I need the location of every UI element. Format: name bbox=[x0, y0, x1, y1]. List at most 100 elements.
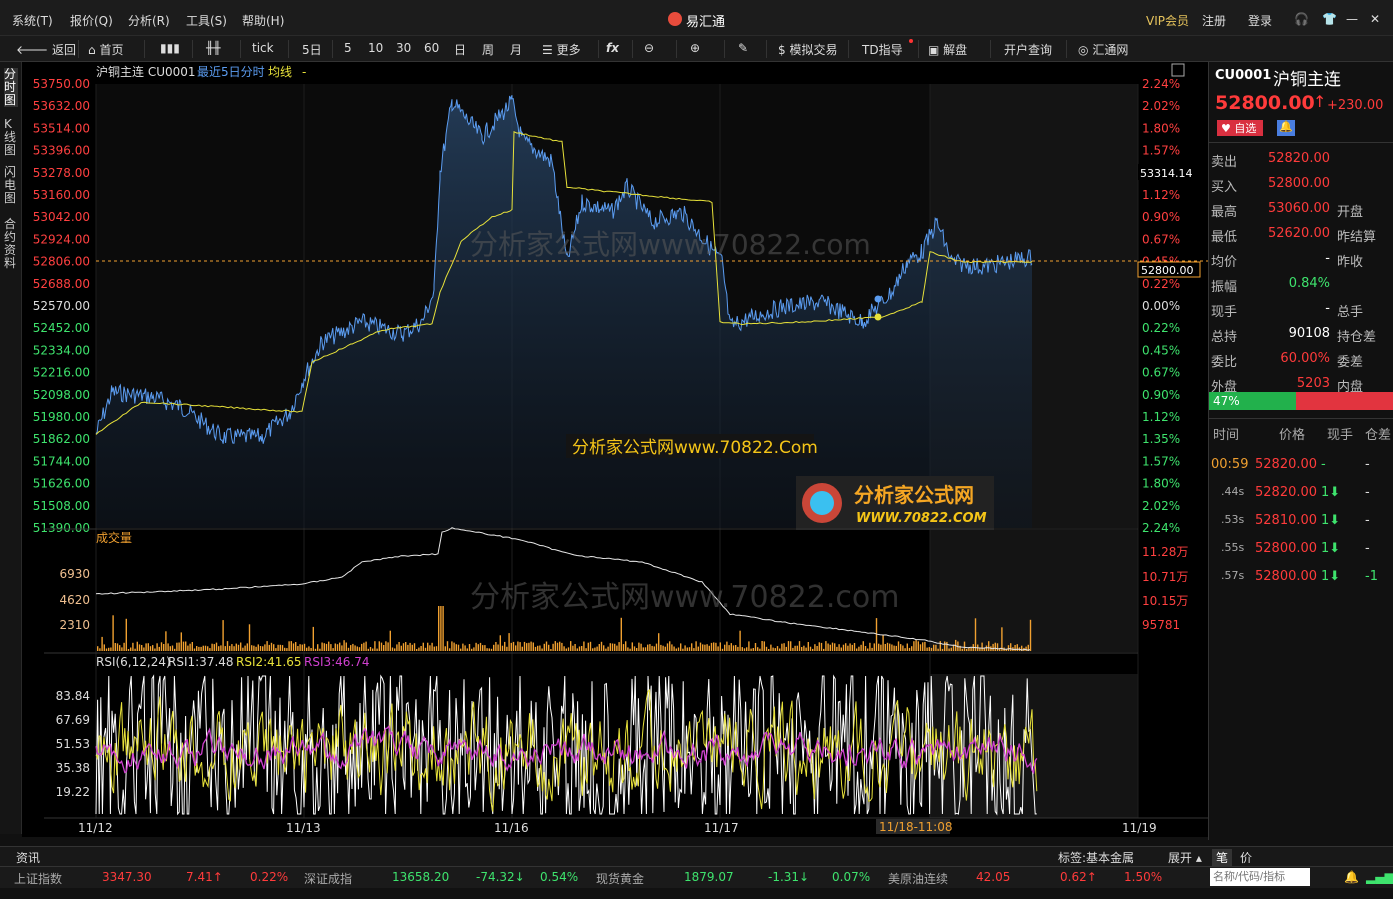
open-account-button[interactable]: 开户查询 bbox=[1004, 41, 1052, 58]
volume-bar bbox=[671, 644, 673, 651]
volume-bar bbox=[666, 643, 669, 651]
jiepan-button[interactable]: ▣ 解盘 bbox=[928, 41, 967, 58]
tab-prices[interactable]: 价 bbox=[1240, 849, 1252, 866]
news-tab[interactable]: 资讯 bbox=[16, 849, 40, 866]
month-button[interactable]: 月 bbox=[510, 41, 522, 58]
volume-bar bbox=[253, 645, 255, 651]
volume-bar bbox=[860, 644, 862, 651]
volume-bar bbox=[895, 645, 897, 651]
volume-bar bbox=[424, 647, 427, 651]
sim-trade-button[interactable]: $ 模拟交易 bbox=[778, 41, 837, 58]
tab-trades[interactable]: 笔 bbox=[1212, 849, 1233, 866]
pct-axis-label: 0.45% bbox=[1142, 343, 1180, 357]
chart-canvas[interactable]: 53750.00 53632.00 53514.00 53396.00 53278.00… bbox=[22, 62, 1208, 845]
tab-timeshare[interactable]: 分时图 bbox=[4, 68, 18, 107]
volume-bar bbox=[719, 642, 721, 651]
volume-bar bbox=[266, 641, 268, 651]
favorite-button[interactable]: ♥ 自选 bbox=[1217, 120, 1263, 136]
volume-bar bbox=[418, 647, 420, 651]
volume-bar bbox=[182, 641, 185, 651]
chart-area[interactable]: 53750.00 53632.00 53514.00 53396.00 53278.00… bbox=[22, 62, 1208, 845]
ticker-name: 上证指数 bbox=[14, 872, 63, 886]
volume-bar bbox=[400, 645, 402, 651]
volume-bar bbox=[413, 643, 416, 651]
expand-icon[interactable] bbox=[1171, 63, 1185, 77]
minimize-icon[interactable]: — bbox=[1346, 12, 1358, 26]
quote-row: 均价 - 昨收 bbox=[1209, 246, 1393, 271]
vip-link[interactable]: VIP会员 bbox=[1146, 12, 1189, 29]
down-arrow-icon: ⬇ bbox=[1329, 569, 1341, 584]
register-link[interactable]: 注册 bbox=[1202, 12, 1226, 29]
volume-bar bbox=[814, 644, 816, 651]
volume-bar bbox=[264, 644, 266, 651]
zoom-in-icon[interactable]: ⊕ bbox=[690, 41, 700, 55]
back-button[interactable]: 🡐 返回 bbox=[16, 41, 76, 58]
zoom-out-icon[interactable]: ⊖ bbox=[644, 41, 654, 55]
td-guide-button[interactable]: TD指导 bbox=[862, 41, 903, 58]
tick-time: .44s bbox=[1221, 485, 1245, 498]
tab-contract-info[interactable]: 合约资料 bbox=[4, 218, 18, 270]
bell-icon[interactable]: 🔔 bbox=[1277, 120, 1295, 136]
candle-chart-icon[interactable]: ╫╫ bbox=[206, 41, 220, 55]
week-button[interactable]: 周 bbox=[482, 41, 494, 58]
volume-bar bbox=[576, 648, 578, 651]
volume-bar bbox=[268, 644, 270, 651]
m30-button[interactable]: 30 bbox=[396, 41, 411, 55]
volume-bar bbox=[831, 642, 834, 651]
tick-button[interactable]: tick bbox=[252, 41, 274, 55]
fx-button[interactable]: fx bbox=[606, 41, 619, 55]
volume-bar bbox=[460, 648, 462, 651]
volume-bar bbox=[660, 644, 662, 651]
day-button[interactable]: 日 bbox=[454, 41, 466, 58]
quote-row: 现手 - 总手 bbox=[1209, 296, 1393, 321]
m60-button[interactable]: 60 bbox=[424, 41, 439, 55]
tick-price: 52800.00 bbox=[1255, 569, 1318, 584]
menu-tools[interactable]: 工具(S) bbox=[186, 12, 227, 29]
ticker-change: -1.31↓ bbox=[768, 870, 810, 884]
volume-bar bbox=[174, 648, 176, 651]
tab-kline[interactable]: K线图 bbox=[4, 118, 18, 157]
huitong-button[interactable]: ◎ 汇通网 bbox=[1078, 41, 1128, 58]
volume-bar bbox=[739, 630, 741, 651]
m10-button[interactable]: 10 bbox=[368, 41, 383, 55]
volume-bar bbox=[541, 648, 543, 651]
volume-bar bbox=[717, 646, 719, 651]
menu-system[interactable]: 系统(T) bbox=[12, 12, 53, 29]
volume-bar bbox=[457, 644, 460, 651]
more-button[interactable]: ☰ 更多 bbox=[542, 41, 581, 58]
volume-bar bbox=[653, 646, 655, 651]
volume-bar bbox=[204, 645, 207, 651]
home-button[interactable]: ⌂ 首页 bbox=[88, 41, 123, 58]
menu-analysis[interactable]: 分析(R) bbox=[128, 12, 170, 29]
volume-bar bbox=[882, 634, 884, 651]
volume-bar bbox=[891, 644, 893, 651]
volume-bar bbox=[171, 645, 174, 651]
volume-bar bbox=[422, 642, 424, 651]
volume-bar bbox=[961, 648, 963, 651]
m5-button[interactable]: 5 bbox=[344, 41, 352, 55]
five-day-button[interactable]: 5日 bbox=[302, 41, 322, 58]
bell-alert-icon[interactable]: 🔔 bbox=[1344, 870, 1359, 884]
search-input[interactable] bbox=[1210, 868, 1310, 886]
tab-flash[interactable]: 闪电图 bbox=[4, 166, 18, 205]
menu-help[interactable]: 帮助(H) bbox=[242, 12, 284, 29]
headset-icon[interactable]: 🎧 bbox=[1294, 12, 1309, 26]
volume-bar bbox=[673, 646, 675, 651]
volume-bar bbox=[732, 645, 735, 651]
close-icon[interactable]: ✕ bbox=[1370, 12, 1380, 26]
menu-quote[interactable]: 报价(Q) bbox=[70, 12, 113, 29]
bars-chart-icon[interactable]: ▮▮▮ bbox=[160, 41, 180, 55]
volume-bar bbox=[636, 648, 638, 651]
ticks-header-qty: 现手 bbox=[1327, 428, 1354, 443]
volume-bar bbox=[512, 641, 515, 651]
login-link[interactable]: 登录 bbox=[1248, 12, 1272, 29]
volume-bar bbox=[314, 648, 317, 651]
price-marker-dot bbox=[874, 295, 882, 303]
quote-row-label2: 委差 bbox=[1337, 355, 1364, 370]
quote-row-label: 均价 bbox=[1211, 255, 1238, 270]
pen-icon[interactable]: ✎ bbox=[738, 41, 748, 55]
expand-button[interactable]: 展开 ▴ bbox=[1168, 849, 1202, 866]
shirt-icon[interactable]: 👕 bbox=[1322, 12, 1337, 26]
quote-row-label2: 开盘 bbox=[1337, 205, 1364, 220]
volume-bar bbox=[873, 643, 875, 651]
